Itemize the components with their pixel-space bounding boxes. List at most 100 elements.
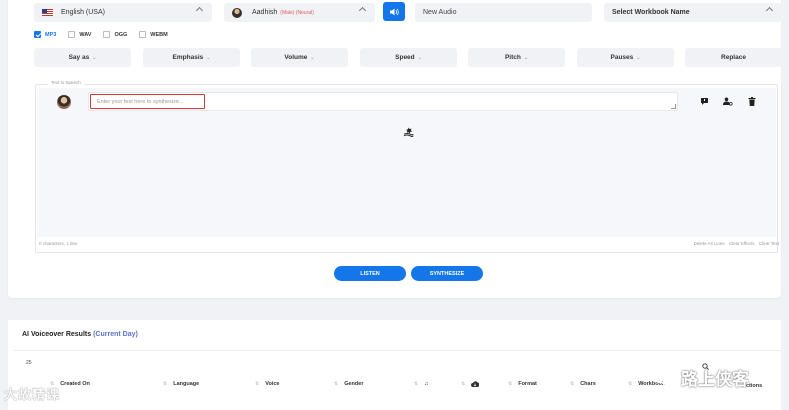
emphasis-button[interactable]: Emphasis ⌄ [143,48,240,67]
voice-effects-button[interactable] [722,95,734,107]
speed-label: Speed [395,54,415,61]
volume-button[interactable]: Volume ⌄ [251,48,348,67]
cloud-download-icon [471,381,480,387]
chevron-up-icon [358,6,367,15]
column-label: Language [173,381,200,387]
column-download[interactable]: ⇅ [461,381,480,387]
checkbox-icon[interactable] [139,31,147,38]
workbook-value: Select Workbook Name [612,9,690,16]
text-input[interactable] [90,94,205,109]
format-ogg[interactable]: OGG [103,31,127,38]
pitch-label: Pitch [504,54,521,61]
audio-name-input[interactable]: New Audio [415,3,592,22]
column-label: Chars [580,381,596,387]
watermark-right-text: 路上侠客 [681,370,749,389]
pitch-button[interactable]: Pitch ⌄ [468,48,565,67]
language-select[interactable]: English (USA) [34,3,212,22]
voice-avatar [232,7,242,18]
column-chars[interactable]: ⇅ Chars [570,381,596,387]
sort-icon: ⇅ [163,381,168,387]
format-label: WAV [79,31,92,38]
column-gender[interactable]: ⇅ Gender [334,381,363,387]
checkbox-icon[interactable] [103,31,111,38]
column-label: Format [518,381,537,387]
delete-line-button[interactable] [746,95,758,107]
replace-button[interactable]: Replace [685,48,782,67]
sort-icon: ⇅ [414,381,419,387]
results-title-text: AI Voiceover Results [22,331,92,338]
emphasis-label: Emphasis [172,54,204,61]
column-audio[interactable]: ⇅ ♫ [414,381,428,387]
editor-actions: Delete All Lines Clear Effects Clear Tex… [691,241,779,246]
column-label: Created On [60,381,90,387]
sort-icon: ⇅ [461,381,466,387]
comment-icon [700,97,708,105]
pauses-label: Pauses [610,54,634,61]
character-count: 0 characters, 1 line [39,241,78,246]
speed-button[interactable]: Speed ⌄ [360,48,457,67]
voice-name: Aadhish [252,9,278,16]
chevron-down-icon: ⌄ [206,54,211,61]
text-line-box[interactable] [88,92,678,111]
chevron-down-icon: ⌄ [92,54,97,61]
voice-select[interactable]: Aadhish (Male) (Neural) [224,3,375,22]
language-value: English (USA) [61,9,105,16]
watermark-left: 大故精课 [4,387,61,402]
format-label: OGG [114,31,128,38]
add-effect-button[interactable] [403,124,414,142]
results-count: 25 [26,360,32,366]
preview-voice-button[interactable] [383,2,405,21]
column-label: Voice [265,381,280,387]
column-label: Gender [344,381,364,387]
format-wav[interactable]: WAV [68,31,91,38]
delete-all-lines-link[interactable]: Delete All Lines [694,241,725,246]
format-label: WEBM [150,31,168,38]
sort-icon: ⇅ [570,381,575,387]
chevron-up-icon [765,6,774,15]
results-title-accent: (Current Day) [93,331,138,338]
replace-label: Replace [721,54,746,61]
music-note-icon: ♫ [424,381,429,387]
line-voice-avatar[interactable] [57,95,71,109]
chevron-up-icon [195,6,204,15]
listen-button[interactable]: LISTEN [334,266,406,281]
audio-name-value: New Audio [423,9,457,16]
workbook-select[interactable]: Select Workbook Name [604,3,782,22]
wechat-icon [653,370,674,385]
tts-legend: Text to Speech [48,80,84,85]
sort-icon: ⇅ [255,381,260,387]
sort-icon: ⇅ [508,381,513,387]
sort-icon: ⇅ [628,381,633,387]
chevron-down-icon: ⌄ [636,54,641,61]
format-webm[interactable]: WEBM [139,31,168,38]
checkbox-icon[interactable] [68,31,76,38]
trash-icon [748,96,756,106]
watermark-right: 路上侠客 [653,365,749,390]
column-voice[interactable]: ⇅ Voice [255,381,279,387]
format-options: MP3 WAV OGG WEBM [34,31,180,38]
column-format[interactable]: ⇅ Format [508,381,537,387]
clear-text-link[interactable]: Clear Text [759,241,779,246]
synthesize-button[interactable]: SYNTHESIZE [411,266,483,281]
chevron-down-icon: ⌄ [523,54,529,61]
results-title: AI Voiceover Results (Current Day) [22,331,138,338]
comment-button[interactable] [698,95,710,107]
volume-label: Volume [284,54,308,61]
person-settings-icon [723,97,733,106]
say-as-label: Say as [68,54,90,61]
say-as-button[interactable]: Say as ⌄ [34,48,131,67]
clear-effects-link[interactable]: Clear Effects [729,241,755,246]
speaker-icon [389,8,399,15]
format-mp3[interactable]: MP3 [34,31,56,38]
sort-icon: ⇅ [334,381,339,387]
column-language[interactable]: ⇅ Language [163,381,199,387]
resize-handle-icon[interactable] [671,104,676,109]
chevron-down-icon: ⌄ [310,54,315,61]
voice-meta: (Male) (Neural) [280,9,314,16]
checkbox-checked-icon[interactable] [34,31,41,38]
pauses-button[interactable]: Pauses ⌄ [577,48,674,67]
us-flag-icon [42,9,53,16]
sound-effect-icon [403,127,414,137]
format-label: MP3 [45,31,57,38]
divider [14,350,781,351]
